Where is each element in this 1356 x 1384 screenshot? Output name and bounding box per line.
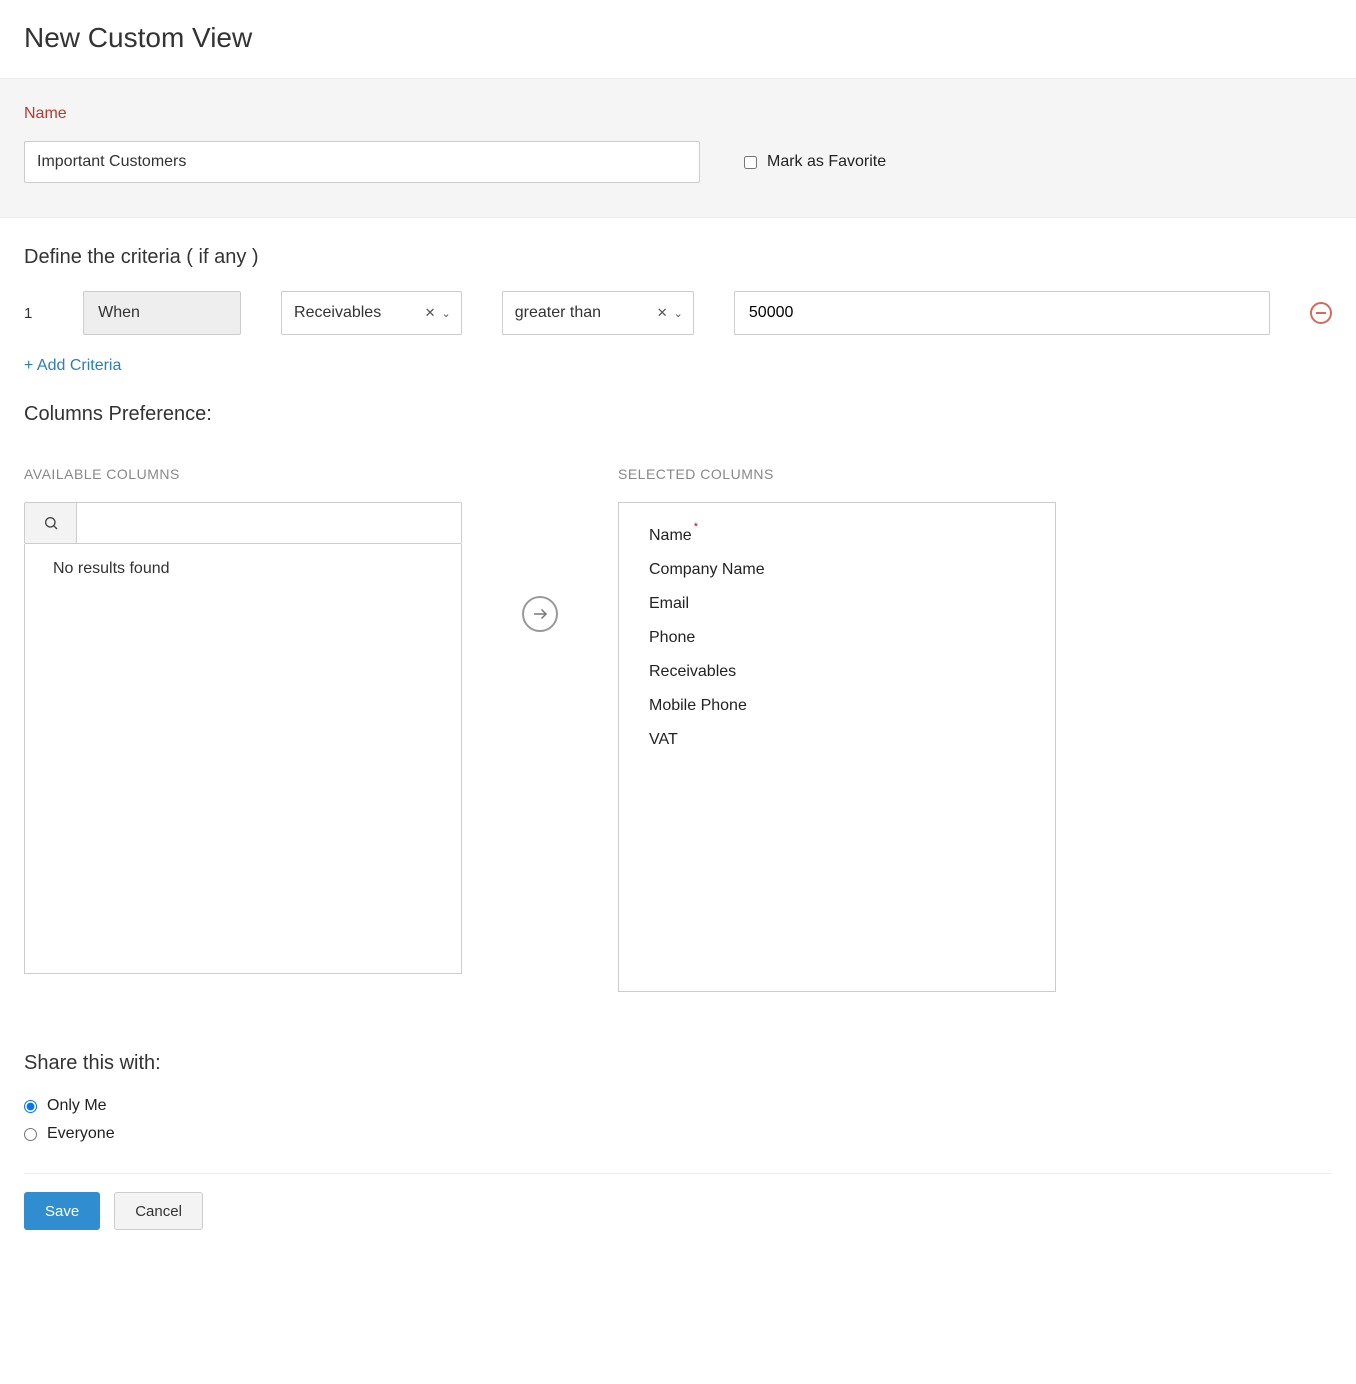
selected-column-label: Name [649,527,692,545]
selected-column-label: Mobile Phone [649,697,747,715]
add-criteria-link[interactable]: + Add Criteria [24,357,121,375]
selected-columns-title: SELECTED COLUMNS [618,466,1056,482]
selected-column-label: Receivables [649,663,736,681]
selected-column-label: Company Name [649,561,765,579]
name-section: Name Mark as Favorite [0,78,1356,218]
share-option-everyone[interactable]: Everyone [24,1125,1332,1143]
criteria-field-value: Receivables [294,304,381,322]
criteria-value-input[interactable] [734,291,1270,335]
favorite-checkbox[interactable] [744,156,757,169]
criteria-operator-value: greater than [515,304,601,322]
required-asterisk: * [694,521,698,533]
when-box: When [83,291,241,335]
cancel-button[interactable]: Cancel [114,1192,203,1230]
available-columns-panel: AVAILABLE COLUMNS No results found [24,466,462,974]
criteria-row-index: 1 [24,305,43,322]
chevron-down-icon[interactable]: ⌄ [442,307,451,320]
available-columns-list: No results found [24,544,462,974]
selected-column-item[interactable]: Mobile Phone [649,697,1025,715]
share-option-label: Everyone [47,1125,115,1143]
criteria-operator-select[interactable]: greater than ✕ ⌄ [502,291,694,335]
name-label: Name [24,105,1332,123]
remove-criteria-icon[interactable] [1310,302,1332,324]
available-search-input[interactable] [77,503,461,543]
save-button[interactable]: Save [24,1192,100,1230]
favorite-checkbox-wrap[interactable]: Mark as Favorite [744,153,886,171]
selected-column-item[interactable]: Receivables [649,663,1025,681]
share-title: Share this with: [24,1052,1332,1075]
criteria-field-select[interactable]: Receivables ✕ ⌄ [281,291,462,335]
clear-operator-icon[interactable]: ✕ [657,305,668,321]
selected-column-label: Phone [649,629,695,647]
selected-columns-list: Name* Company Name Email Phone Receivabl… [618,502,1056,992]
available-columns-title: AVAILABLE COLUMNS [24,466,462,482]
share-radio-everyone[interactable] [24,1128,37,1141]
footer: Save Cancel [24,1173,1332,1230]
selected-column-label: VAT [649,731,678,749]
selected-columns-panel: SELECTED COLUMNS Name* Company Name Emai… [618,466,1056,992]
share-option-label: Only Me [47,1097,107,1115]
selected-column-item[interactable]: Email [649,595,1025,613]
criteria-row: 1 When Receivables ✕ ⌄ greater than ✕ ⌄ [24,291,1332,335]
name-input[interactable] [24,141,700,183]
move-to-selected-icon[interactable] [522,596,558,632]
share-section: Share this with: Only Me Everyone [24,1052,1332,1143]
selected-column-item[interactable]: Name* [649,527,1025,545]
page-title: New Custom View [24,22,1332,54]
criteria-section-title: Define the criteria ( if any ) [24,246,1332,269]
share-option-only-me[interactable]: Only Me [24,1097,1332,1115]
clear-field-icon[interactable]: ✕ [425,305,436,321]
selected-column-item[interactable]: Company Name [649,561,1025,579]
favorite-label: Mark as Favorite [767,153,886,171]
when-label: When [98,304,140,322]
share-radio-only-me[interactable] [24,1100,37,1113]
no-results-text: No results found [53,560,170,577]
selected-column-label: Email [649,595,689,613]
selected-column-item[interactable]: VAT [649,731,1025,749]
selected-column-item[interactable]: Phone [649,629,1025,647]
columns-section-title: Columns Preference: [24,403,1332,426]
search-icon [25,503,77,543]
chevron-down-icon[interactable]: ⌄ [674,307,683,320]
